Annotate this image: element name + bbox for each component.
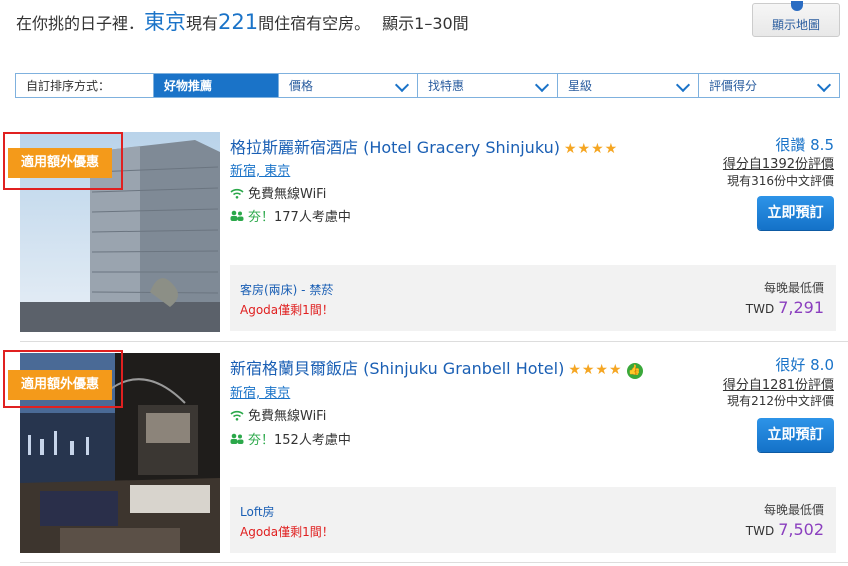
hotel-area-link[interactable]: 新宿, 東京: [230, 160, 290, 179]
wifi-amenity: 免費無線WiFi: [230, 183, 326, 202]
room-offer[interactable]: Loft房 Agoda僅剩1間！ 每晚最低價 TWD 7,502: [230, 487, 836, 553]
hotel-card: 適用額外優惠 格拉斯麗新宿酒店 (Hotel Gracery Shinjuku)…: [0, 132, 848, 342]
people-icon: [230, 433, 244, 445]
room-offer[interactable]: 客房(兩床) - 禁菸 Agoda僅剩1間！ 每晚最低價 TWD 7,291: [230, 265, 836, 331]
chevron-down-icon: [816, 77, 832, 93]
chevron-down-icon: [394, 77, 410, 93]
header-showing: 顯示1–30間: [382, 14, 469, 33]
price: TWD 7,291: [745, 298, 824, 317]
map-pin-icon: [791, 1, 803, 11]
hotel-name[interactable]: 格拉斯麗新宿酒店 (Hotel Gracery Shinjuku): [230, 138, 560, 157]
header-prefix: 在你挑的日子裡．: [16, 14, 145, 33]
highlight-box: [3, 132, 123, 190]
hotel-area-link[interactable]: 新宿, 東京: [230, 382, 290, 401]
rooms-left: Agoda僅剩1間！: [240, 303, 334, 317]
chinese-review-count: 現有212份中文評價: [727, 394, 834, 408]
review-rating: 很讚 8.5: [775, 136, 834, 154]
popularity-info: 夯！ 152人考慮中: [230, 429, 351, 448]
wifi-icon: [230, 187, 244, 199]
show-map-label: 顯示地圖: [771, 18, 820, 32]
people-icon: [230, 210, 244, 222]
hotel-name-row: 新宿格蘭貝爾飯店 (Shinjuku Granbell Hotel) ★★★★ 👍: [230, 355, 643, 379]
wifi-icon: [230, 409, 244, 421]
room-type[interactable]: 客房(兩床) - 禁菸: [240, 281, 333, 298]
header-suffix: 間住宿有空房。: [258, 14, 371, 33]
highlight-box: [3, 350, 123, 408]
star-rating: ★★★★: [568, 362, 623, 378]
show-map-button[interactable]: 顯示地圖: [752, 1, 840, 37]
wifi-amenity: 免費無線WiFi: [230, 405, 326, 424]
price: TWD 7,502: [745, 520, 824, 539]
sort-recommended[interactable]: 好物推薦: [154, 74, 279, 97]
book-now-button[interactable]: 立即預訂: [757, 418, 834, 452]
review-count-link[interactable]: 得分自1281份評價: [723, 374, 834, 393]
results-header: 在你挑的日子裡． 東京 現有 221 間住宿有空房。 顯示1–30間: [16, 6, 469, 34]
popularity-info: 夯！ 177人考慮中: [230, 206, 351, 225]
header-city: 東京: [144, 10, 187, 34]
sort-review-score[interactable]: 評價得分: [699, 74, 839, 97]
header-mid: 現有: [186, 14, 219, 33]
header-count: 221: [218, 10, 259, 34]
chevron-down-icon: [675, 77, 691, 93]
review-rating: 很好 8.0: [775, 356, 834, 374]
star-rating: ★★★★: [563, 141, 619, 157]
hotel-name[interactable]: 新宿格蘭貝爾飯店 (Shinjuku Granbell Hotel): [230, 359, 564, 378]
thumbs-up-icon: 👍: [626, 363, 643, 379]
sort-price[interactable]: 價格: [279, 74, 418, 97]
sort-stars[interactable]: 星級: [558, 74, 699, 97]
rooms-left: Agoda僅剩1間！: [240, 525, 334, 539]
sort-bar: 自訂排序方式： 好物推薦 價格 找特惠 星級 評價得分: [15, 73, 840, 98]
price-label: 每晚最低價: [763, 281, 824, 295]
chevron-down-icon: [534, 77, 550, 93]
price-label: 每晚最低價: [763, 503, 824, 517]
hotel-card: 適用額外優惠 新宿格蘭貝爾飯店 (Shinjuku Granbell Hotel…: [0, 350, 848, 563]
chinese-review-count: 現有316份中文評價: [727, 174, 834, 188]
hotel-name-row: 格拉斯麗新宿酒店 (Hotel Gracery Shinjuku) ★★★★: [230, 134, 618, 158]
review-count-link[interactable]: 得分自1392份評價: [723, 153, 834, 172]
room-type[interactable]: Loft房: [240, 503, 275, 520]
book-now-button[interactable]: 立即預訂: [757, 196, 834, 230]
sort-label: 自訂排序方式：: [16, 74, 154, 97]
sort-deals[interactable]: 找特惠: [418, 74, 558, 97]
